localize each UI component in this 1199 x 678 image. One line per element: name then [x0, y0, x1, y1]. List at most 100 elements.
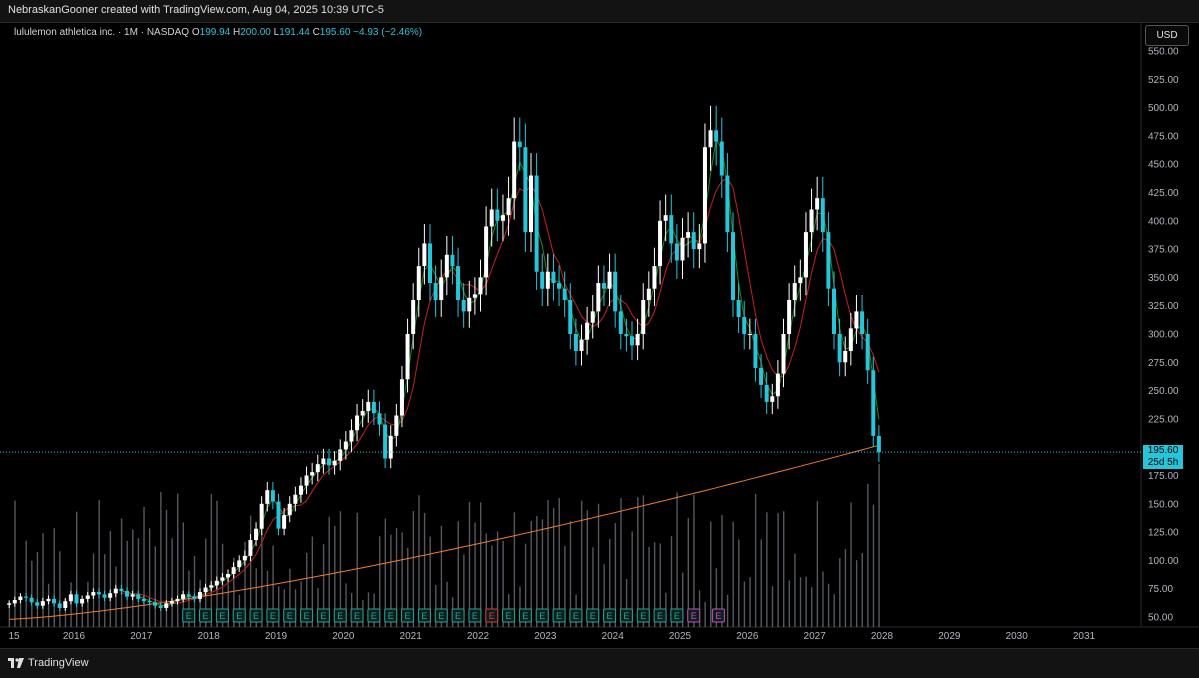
currency-button[interactable]: USD: [1145, 25, 1189, 46]
time-tick-label: 2016: [63, 631, 86, 642]
price-tick-label: 325.00: [1148, 301, 1179, 312]
volume-bar: [480, 502, 482, 627]
volume-bar: [620, 498, 622, 627]
volume-bar: [783, 511, 785, 627]
time-tick-label: 2031: [1073, 631, 1096, 642]
candle-body: [377, 413, 382, 425]
price-tick-label: 550.00: [1148, 47, 1179, 58]
price-tick-label: 300.00: [1148, 330, 1179, 341]
candle-body: [181, 594, 186, 599]
volume-bar: [126, 540, 128, 627]
price-tick-label: 525.00: [1148, 75, 1179, 86]
time-tick-label: 2020: [332, 631, 355, 642]
volume-bar: [833, 594, 835, 627]
volume-bar: [878, 463, 880, 627]
candle-body: [270, 490, 275, 502]
candle-body: [725, 175, 730, 233]
volume-bar: [120, 518, 123, 627]
volume-bar: [872, 504, 875, 627]
time-tick-label: 2028: [871, 631, 894, 642]
price-tick-label: 275.00: [1148, 358, 1179, 369]
volume-bar: [799, 577, 802, 627]
candle-body: [562, 288, 567, 301]
candle-body: [781, 334, 786, 374]
candle-body: [405, 334, 410, 380]
candle-body: [209, 585, 214, 588]
candle-body: [63, 601, 68, 608]
candle-body: [338, 449, 343, 461]
candle-body: [399, 379, 404, 416]
candle-body: [214, 580, 219, 586]
candle-body: [753, 334, 758, 368]
earnings-marker-label: E: [320, 611, 326, 621]
candle-body: [310, 472, 315, 476]
time-tick-label: 2030: [1006, 631, 1029, 642]
volume-bar: [143, 506, 145, 627]
volume-bar: [704, 601, 706, 627]
candle-body: [702, 147, 707, 244]
candle-body: [46, 598, 51, 602]
candle-body: [551, 271, 556, 284]
earnings-marker-label: E: [236, 611, 242, 621]
volume-bar: [805, 576, 807, 627]
volume-bar: [154, 546, 156, 627]
volume-bar: [811, 587, 813, 627]
earnings-marker-label: E: [657, 611, 663, 621]
price-tick-label: 250.00: [1148, 386, 1179, 397]
candle-body: [832, 288, 836, 334]
price-tick-label: 75.00: [1148, 584, 1173, 595]
volume-bar: [468, 501, 471, 627]
brand-label: TradingView: [28, 657, 89, 669]
candle-body: [80, 598, 85, 604]
volume-bar: [70, 582, 72, 627]
price-tick-label: 375.00: [1148, 245, 1179, 256]
candle-body: [478, 277, 483, 295]
symbol-name: lululemon athletica inc. · 1M · NASDAQ: [14, 27, 190, 38]
time-tick-label: 2023: [534, 631, 557, 642]
earnings-marker-label: E: [354, 611, 360, 621]
earnings-marker-label: E: [405, 611, 411, 621]
time-tick-label: 2021: [400, 631, 423, 642]
candle-body: [298, 485, 303, 495]
candle-body: [136, 594, 141, 599]
candle-body: [91, 592, 96, 596]
price-tick-label: 400.00: [1148, 216, 1179, 227]
candle-body: [74, 594, 79, 604]
volume-bar: [53, 528, 55, 627]
attribution-text: NebraskanGooner created with TradingView…: [8, 4, 384, 16]
open-label: O: [191, 27, 200, 38]
candle-body: [428, 243, 432, 284]
candle-body: [164, 603, 169, 608]
open-value: 199.94: [199, 27, 231, 38]
volume-bar: [844, 549, 847, 627]
volume-bar: [42, 533, 44, 627]
tradingview-brand[interactable]: TradingView: [8, 657, 89, 669]
price-chart[interactable]: E E E E E E E E E E E E E E E E E E E E E E E E E E E E E E E E 50.0075.…: [0, 22, 1199, 648]
candle-body: [613, 271, 618, 312]
earnings-marker-label: E: [640, 611, 646, 621]
candle-body: [803, 232, 808, 278]
earnings-marker-label: E: [219, 611, 225, 621]
volume-bar: [867, 483, 869, 627]
time-tick-label: 2017: [130, 631, 153, 642]
candle-body: [119, 588, 124, 591]
candle-body: [35, 602, 40, 606]
volume-bar: [36, 552, 39, 627]
candle-body: [719, 141, 724, 176]
candle-body: [355, 415, 360, 431]
price-tick-label: 500.00: [1148, 103, 1179, 114]
candle-body: [860, 311, 865, 334]
volume-bar: [87, 581, 89, 627]
volume-bar: [558, 498, 560, 627]
candle-body: [545, 271, 550, 289]
volume-bar: [676, 492, 678, 627]
earnings-marker-label: E: [522, 611, 528, 621]
candle-body: [596, 283, 601, 312]
candle-body: [865, 334, 870, 371]
candle-body: [130, 594, 135, 597]
candle-body: [590, 311, 595, 323]
candle-body: [686, 232, 691, 238]
candle-body: [321, 458, 326, 465]
volume-bar: [827, 583, 830, 627]
volume-bar: [754, 494, 757, 627]
